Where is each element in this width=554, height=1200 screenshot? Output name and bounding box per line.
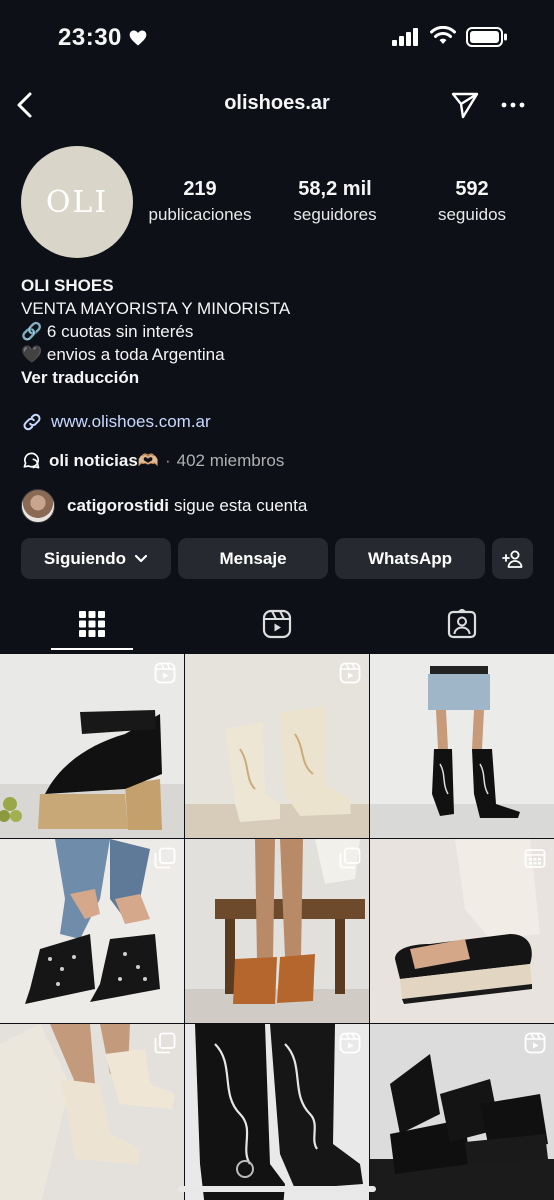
message-button[interactable]: Mensaje [178, 538, 328, 579]
carousel-icon [154, 847, 176, 869]
mutual-follower-avatar[interactable] [21, 489, 55, 523]
more-options-icon[interactable] [500, 92, 526, 118]
following-count-number: 592 [455, 178, 489, 200]
wifi-icon [430, 26, 456, 44]
status-time: 23:30 [58, 24, 122, 51]
followers-count-number: 58,2 mil [298, 178, 372, 200]
whatsapp-button[interactable]: WhatsApp [335, 538, 485, 579]
posts-count-number: 219 [183, 178, 217, 200]
status-bar: 23:30 [0, 0, 554, 70]
mutual-follower-text: sigue esta cuenta [174, 496, 308, 515]
battery-icon [466, 27, 507, 47]
whatsapp-button-label: WhatsApp [367, 548, 453, 568]
post-thumbnail[interactable] [185, 839, 369, 1023]
following-button[interactable]: Siguiendo [21, 538, 171, 579]
message-button-label: Mensaje [219, 548, 287, 568]
heart-icon [129, 30, 147, 46]
followers-count[interactable]: 58,2 mil seguidores [282, 178, 388, 225]
tab-reels[interactable] [185, 598, 369, 650]
following-count-label: seguidos [437, 205, 507, 224]
active-tab-indicator [51, 648, 133, 650]
profile-avatar[interactable]: OLI [21, 146, 133, 258]
post-thumbnail[interactable] [370, 1024, 554, 1200]
reel-icon [524, 1032, 546, 1054]
tab-posts-grid[interactable] [0, 598, 184, 650]
carousel-icon [154, 1032, 176, 1054]
post-thumbnail[interactable] [0, 1024, 184, 1200]
post-thumbnail[interactable] [0, 839, 184, 1023]
channel-members: 402 miembros [176, 451, 285, 470]
profile-header: olishoes.ar [0, 82, 554, 128]
posts-count[interactable]: 219 publicaciones [138, 178, 262, 225]
post-thumbnail[interactable] [185, 654, 369, 838]
following-button-label: Siguiendo [43, 548, 127, 568]
profile-tabs [0, 598, 554, 652]
post-thumbnail[interactable] [185, 1024, 369, 1200]
broadcast-channel[interactable]: oli noticias🫶🏼 · 402 miembros [21, 448, 284, 474]
reels-icon [262, 609, 292, 639]
cellular-signal-icon [392, 28, 418, 46]
post-thumbnail[interactable] [0, 654, 184, 838]
mutual-follower-username[interactable]: catigorostidi [67, 496, 169, 516]
add-person-icon [501, 550, 522, 568]
tab-tagged[interactable] [370, 598, 554, 650]
suggested-accounts-button[interactable] [492, 538, 533, 579]
see-translation-link[interactable]: Ver traducción [21, 366, 531, 389]
posts-grid [0, 654, 554, 1200]
send-icon[interactable] [450, 90, 480, 120]
calendar-icon [524, 849, 546, 868]
avatar-logo-text: OLI [45, 184, 109, 220]
followers-count-label: seguidores [293, 205, 377, 224]
reel-icon [154, 662, 176, 684]
post-thumbnail[interactable] [370, 839, 554, 1023]
following-count[interactable]: 592 seguidos [426, 178, 518, 225]
chevron-down-icon [134, 554, 148, 562]
link-icon [23, 413, 41, 431]
home-indicator[interactable] [178, 1186, 376, 1192]
posts-count-label: publicaciones [148, 205, 252, 224]
black-western-boots-model-image [370, 654, 554, 838]
bio-line: VENTA MAYORISTA Y MINORISTA [21, 299, 291, 318]
post-thumbnail[interactable] [370, 654, 554, 838]
grid-icon [79, 611, 105, 637]
channel-separator: · [164, 451, 171, 470]
channel-name[interactable]: oli noticias🫶🏼 [49, 451, 159, 471]
bio-line: 🖤 envios a toda Argentina [21, 345, 225, 364]
profile-bio: OLI SHOES VENTA MAYORISTA Y MINORISTA 🔗 … [21, 274, 531, 389]
mutual-follower-row[interactable]: catigorostidi sigue esta cuenta [21, 488, 307, 524]
bio-line: 🔗 6 cuotas sin interés [21, 322, 194, 341]
reel-icon [339, 662, 361, 684]
profile-display-name: OLI SHOES [21, 276, 114, 295]
tagged-person-icon [447, 609, 477, 639]
broadcast-channel-icon [23, 452, 40, 469]
reel-icon [339, 1032, 361, 1054]
carousel-icon [339, 847, 361, 869]
website-link[interactable]: www.olishoes.com.ar [21, 410, 211, 434]
website-link-text[interactable]: www.olishoes.com.ar [51, 412, 211, 432]
